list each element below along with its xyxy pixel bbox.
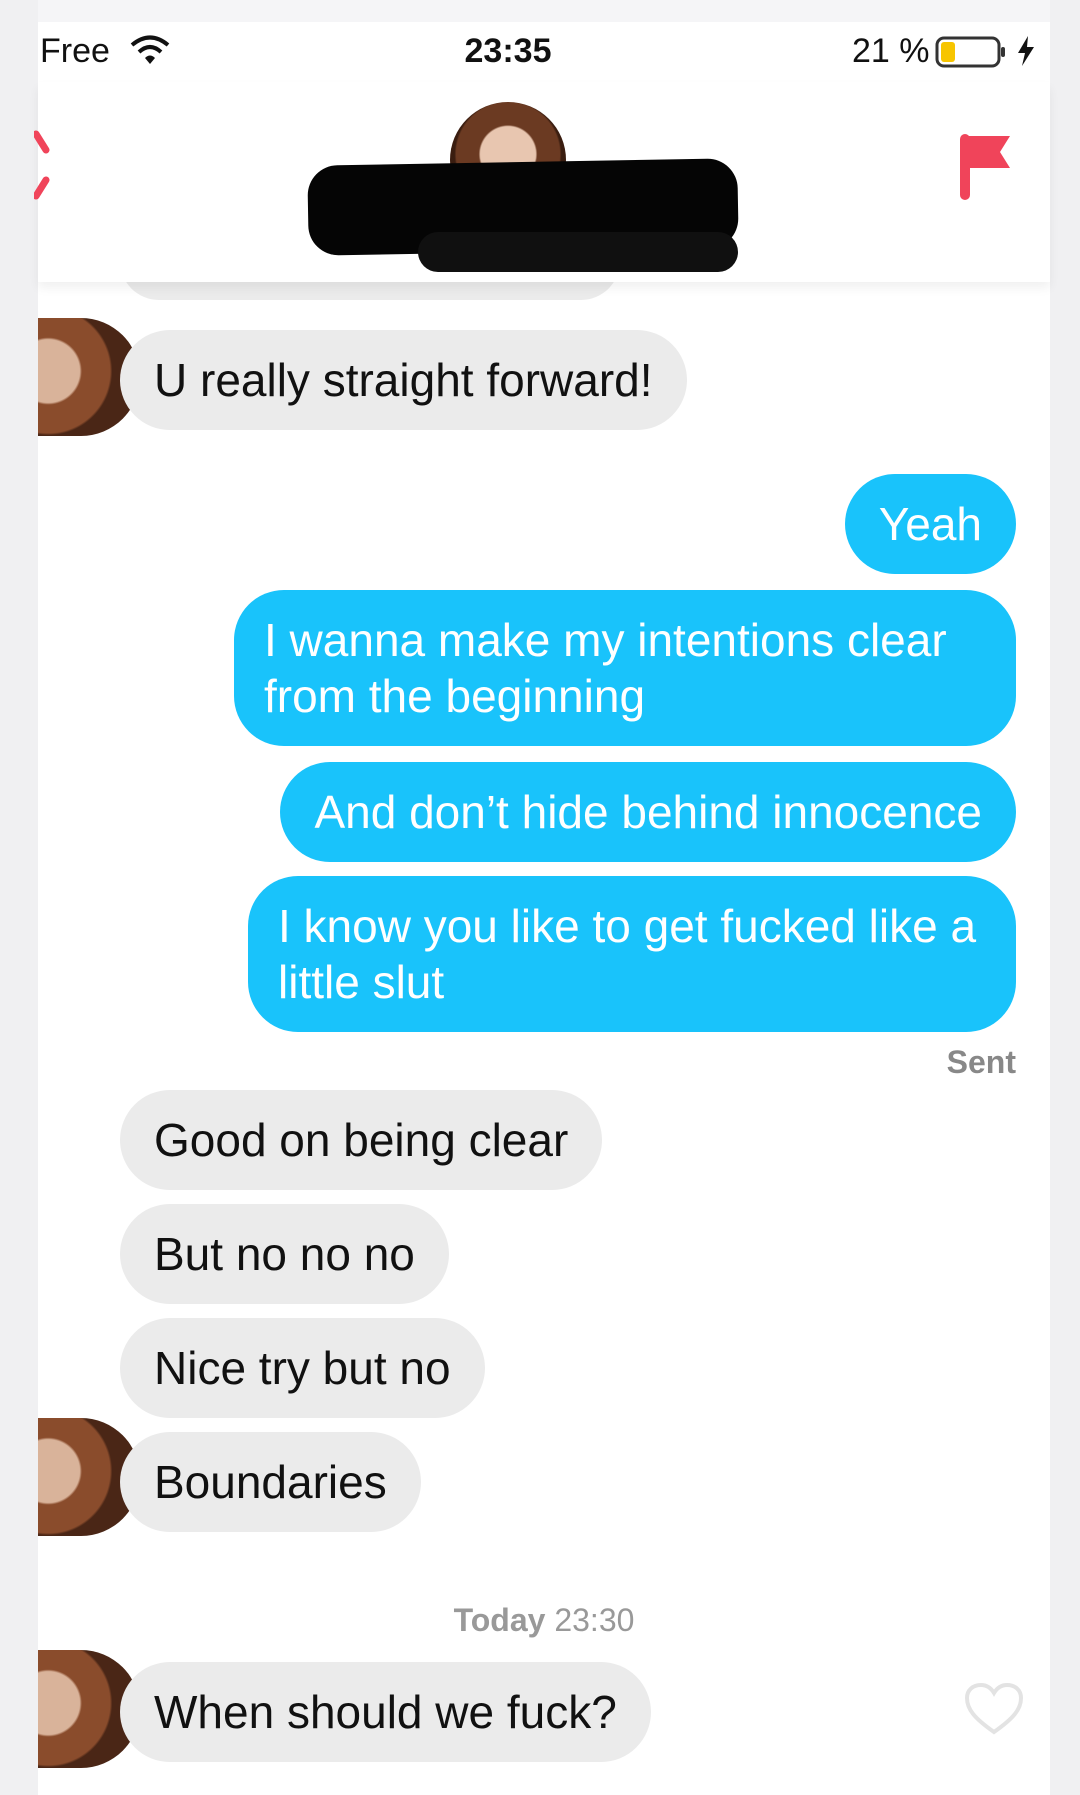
frame-top	[0, 0, 1080, 22]
chat-header	[32, 82, 1050, 282]
charging-icon	[1016, 36, 1036, 71]
message-bubble-outgoing[interactable]: And don’t hide behind innocence	[280, 762, 1016, 862]
frame-left	[0, 0, 38, 1795]
message-bubble-outgoing[interactable]: I know you like to get fucked like a lit…	[248, 876, 1016, 1032]
sent-status: Sent	[946, 1044, 1016, 1080]
redacted-name-extra	[418, 232, 738, 272]
timestamp-time: 23:30	[554, 1602, 635, 1638]
message-bubble-incoming[interactable]: Boundaries	[120, 1432, 421, 1532]
message-bubble-outgoing[interactable]: Yeah	[844, 474, 1016, 574]
message-bubble-outgoing[interactable]: I wanna make my intentions clear from th…	[234, 590, 1016, 746]
message-bubble-incoming[interactable]: Nice try but no	[120, 1318, 485, 1418]
timestamp-day: Today	[453, 1602, 546, 1638]
back-icon[interactable]	[32, 130, 54, 205]
message-bubble-incoming[interactable]: Good on being clear	[120, 1090, 603, 1190]
message-timestamp: Today 23:30	[38, 1602, 1050, 1639]
heart-icon[interactable]	[964, 1682, 1024, 1741]
battery-percent: 21 %	[852, 32, 930, 70]
clock: 23:35	[464, 32, 552, 70]
message-bubble-incoming[interactable]: But no no no	[120, 1204, 449, 1304]
battery-icon	[935, 36, 1007, 73]
frame-right	[1050, 0, 1080, 1795]
message-thread: U really straight forward! Yeah I wanna …	[38, 222, 1050, 1795]
message-bubble-incoming[interactable]: When should we fuck?	[120, 1662, 651, 1762]
status-bar: Free 23:35 21 %	[38, 22, 1050, 82]
flag-icon[interactable]	[958, 130, 1012, 207]
message-bubble-incoming[interactable]: U really straight forward!	[120, 330, 687, 430]
